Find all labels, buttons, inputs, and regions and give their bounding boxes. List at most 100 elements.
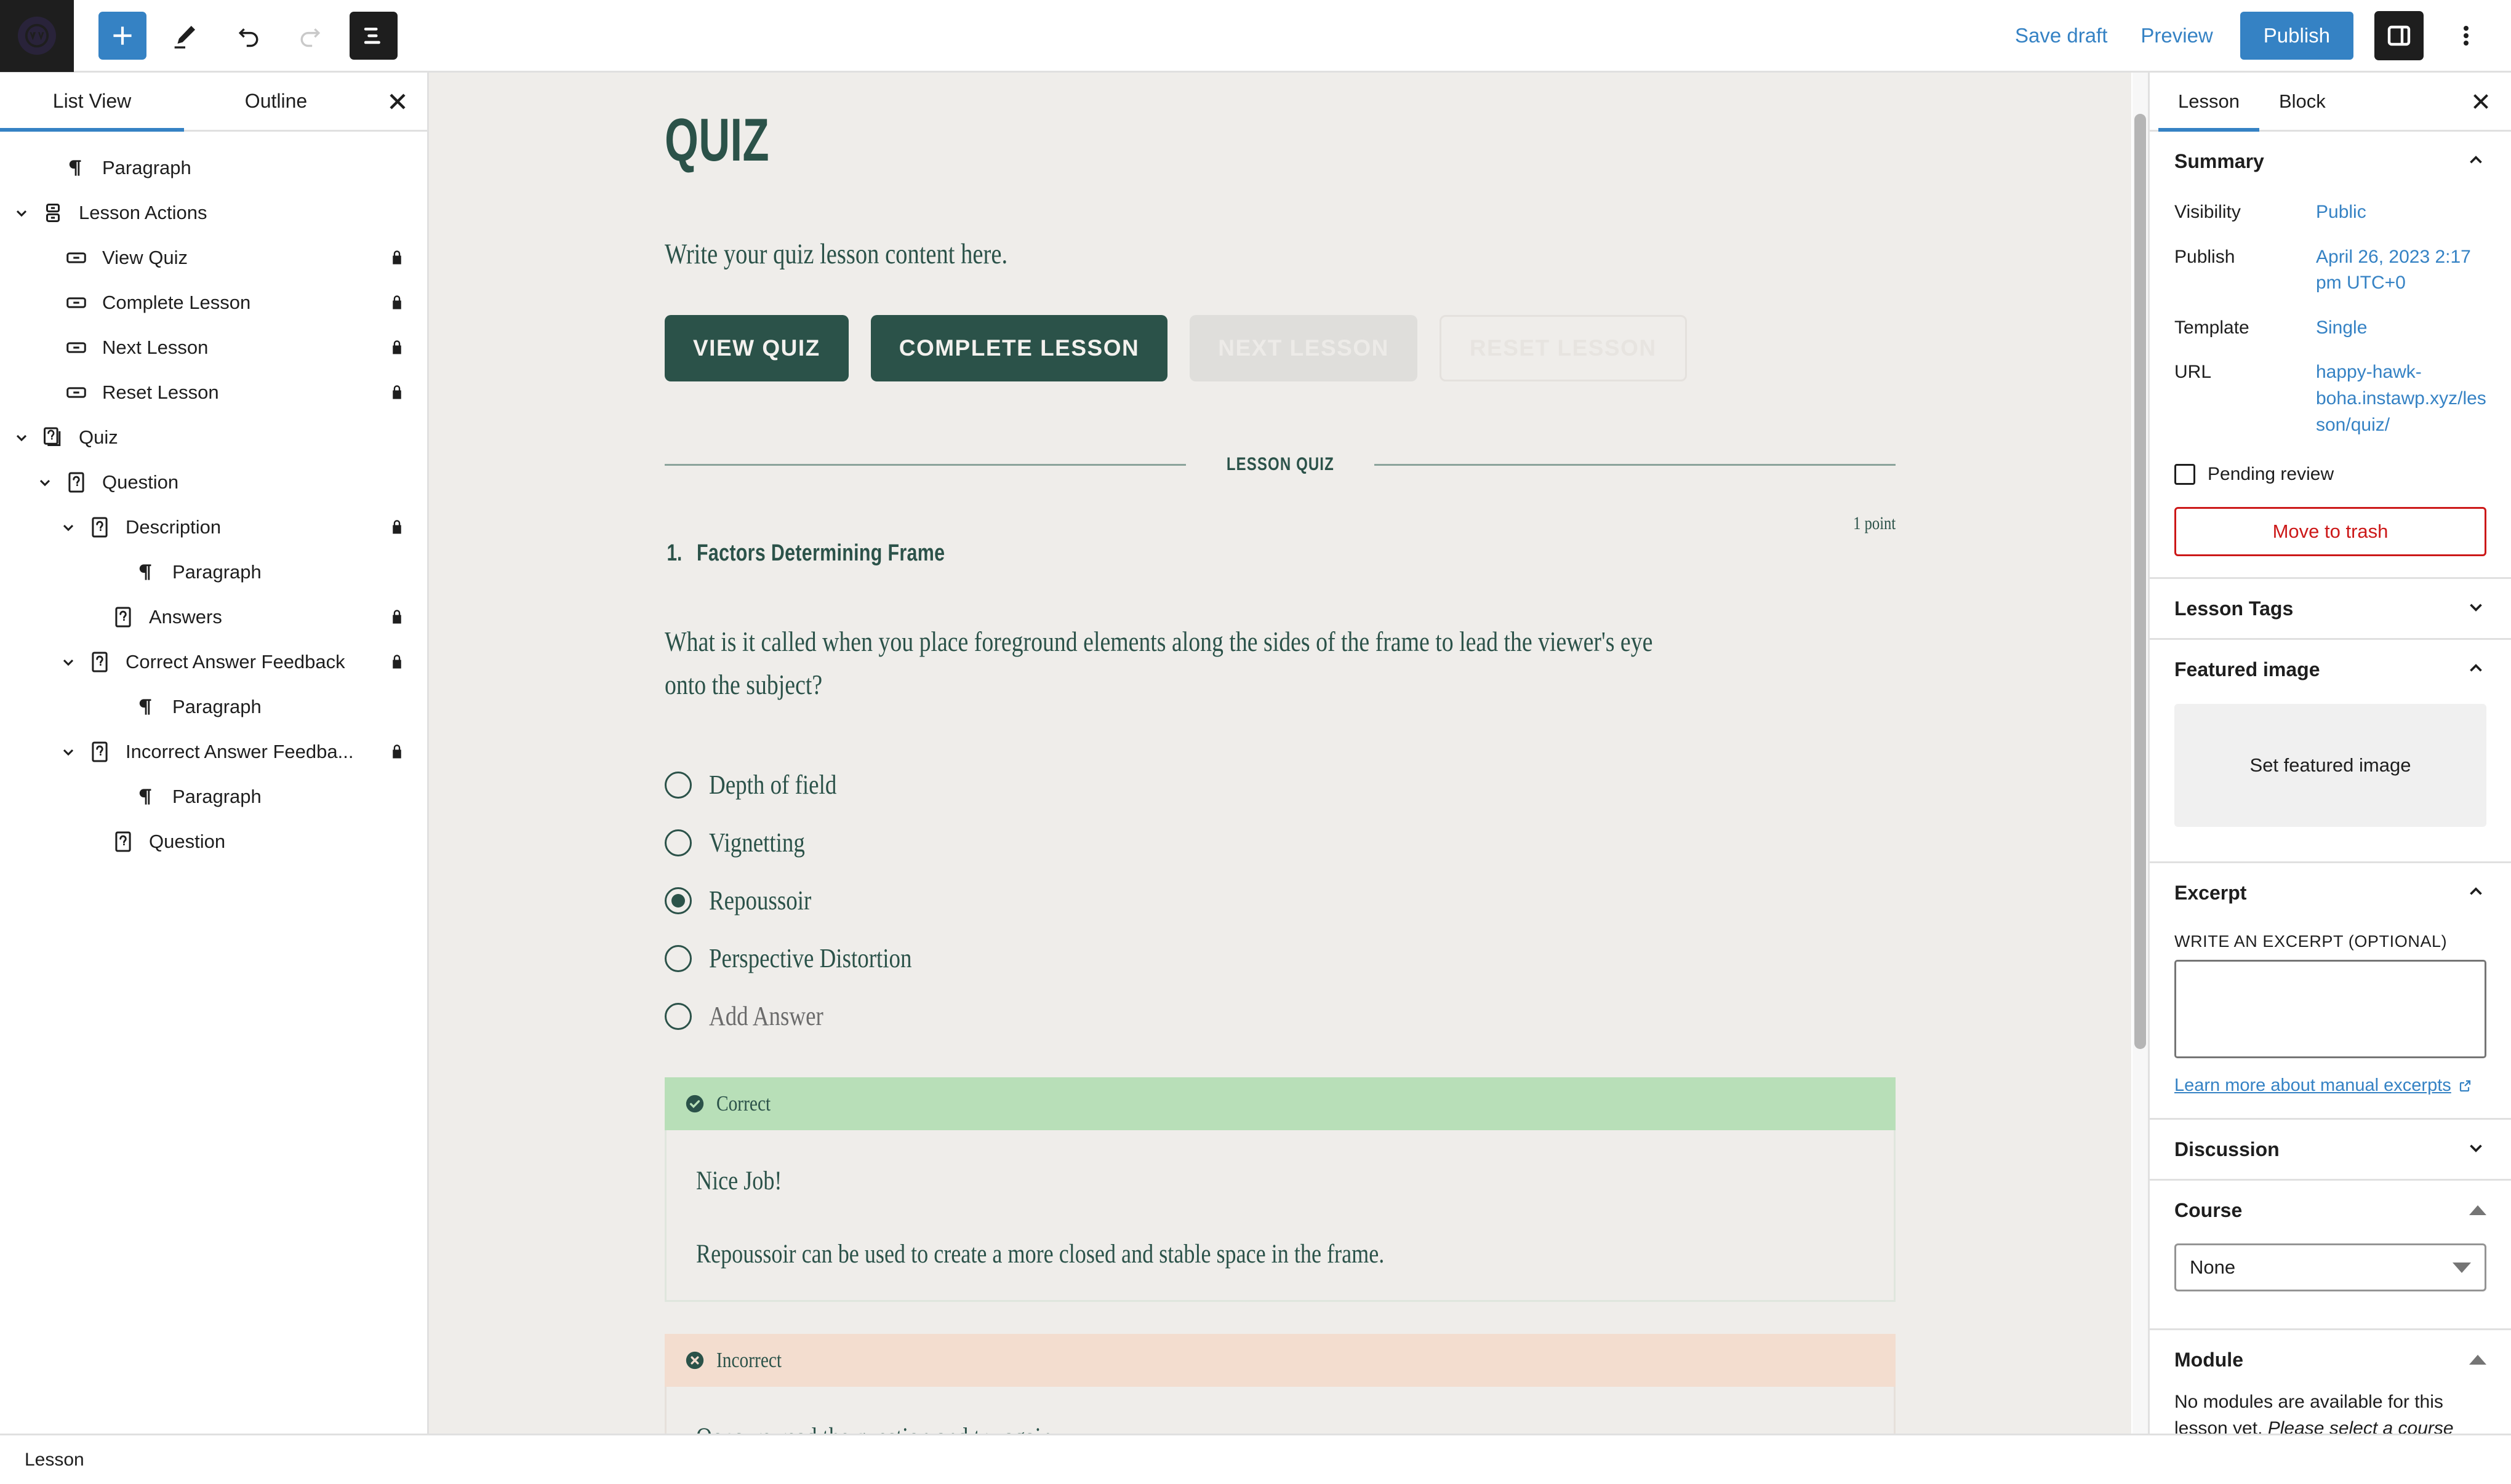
tab-outline[interactable]: Outline (184, 73, 368, 130)
wordpress-logo-button[interactable] (0, 0, 74, 72)
block-list-item[interactable]: Paragraph (0, 549, 427, 594)
close-list-view-icon[interactable] (368, 73, 427, 130)
button-icon (59, 246, 94, 269)
block-list-item-label: Answers (149, 605, 222, 628)
answer-option[interactable]: Repoussoir (665, 872, 1896, 930)
sidebar-scrollbar-thumb[interactable] (2134, 114, 2146, 1049)
block-list-item[interactable]: Quiz (0, 415, 427, 460)
radio-button-icon[interactable] (665, 771, 692, 799)
chevron-down-icon[interactable] (54, 513, 82, 541)
intro-paragraph[interactable]: Write your quiz lesson content here. (665, 237, 1674, 271)
answer-option[interactable]: Depth of field (665, 756, 1896, 814)
kebab-menu-icon[interactable] (2445, 11, 2488, 60)
visibility-field: Visibility Public (2174, 191, 2486, 236)
course-title: Course (2174, 1199, 2243, 1221)
featured-image-header[interactable]: Featured image (2174, 640, 2486, 699)
question-text[interactable]: What is it called when you place foregro… (665, 621, 1694, 707)
tab-block[interactable]: Block (2259, 73, 2345, 130)
move-to-trash-button[interactable]: Move to trash (2174, 507, 2486, 557)
block-list-item[interactable]: Question (0, 460, 427, 505)
block-list-item[interactable]: Answers (0, 594, 427, 639)
url-label: URL (2174, 362, 2212, 383)
block-list-item[interactable]: Correct Answer Feedback (0, 639, 427, 684)
save-draft-button[interactable]: Save draft (2009, 15, 2113, 56)
lesson-action-reset-lesson-button: RESET LESSON (1439, 315, 1687, 381)
chevron-down-icon[interactable] (7, 423, 36, 452)
pending-review-checkbox[interactable]: Pending review (2174, 464, 2486, 485)
add-block-button[interactable] (98, 11, 146, 60)
correct-feedback-body[interactable]: Nice Job! Repoussoir can be used to crea… (665, 1130, 1896, 1302)
lock-icon (388, 653, 406, 671)
close-sidebar-icon[interactable] (2468, 73, 2502, 130)
block-list-item[interactable]: Paragraph (0, 774, 427, 819)
add-answer-option[interactable]: Add Answer (665, 987, 1896, 1045)
triangle-up-icon (2469, 1205, 2486, 1216)
publish-value[interactable]: April 26, 2023 2:17 pm UTC+0 (2316, 244, 2486, 297)
block-list-item[interactable]: Paragraph (0, 145, 427, 190)
undo-icon[interactable] (224, 12, 272, 60)
lesson-action-view-quiz-button[interactable]: VIEW QUIZ (665, 315, 849, 381)
chevron-down-icon[interactable] (54, 738, 82, 766)
block-list-item[interactable]: Description (0, 505, 427, 549)
paragraph-icon (129, 560, 164, 584)
block-list-item[interactable]: Next Lesson (0, 325, 427, 370)
block-list-item[interactable]: Paragraph (0, 684, 427, 729)
excerpt-header[interactable]: Excerpt (2174, 863, 2486, 922)
lesson-action-complete-lesson-button[interactable]: COMPLETE LESSON (870, 315, 1168, 381)
chevron-down-icon[interactable] (31, 468, 59, 497)
tab-lesson[interactable]: Lesson (2158, 73, 2259, 132)
answer-option[interactable]: Perspective Distortion (665, 930, 1896, 987)
block-list-item[interactable]: Question (0, 819, 427, 864)
block-list-item[interactable]: Reset Lesson (0, 370, 427, 415)
learn-more-excerpts-link[interactable]: Learn more about manual excerpts (2174, 1075, 2472, 1096)
lesson-tags-header[interactable]: Lesson Tags (2174, 579, 2486, 638)
chevron-down-icon[interactable] (7, 199, 36, 227)
question-icon (106, 830, 140, 853)
redo-icon[interactable] (287, 12, 335, 60)
block-list-item[interactable]: Complete Lesson (0, 280, 427, 325)
block-list-item-label: View Quiz (102, 246, 188, 268)
visibility-value[interactable]: Public (2316, 199, 2486, 226)
list-view-panel: List View Outline Paragraph Lesson Action… (0, 73, 429, 1466)
divider-label: LESSON QUIZ (1226, 454, 1334, 474)
wordpress-logo-icon (18, 16, 56, 55)
answer-option[interactable]: Vignetting (665, 814, 1896, 872)
settings-sidebar-icon[interactable] (2374, 10, 2424, 60)
radio-button-icon[interactable] (665, 944, 692, 972)
list-view-icon[interactable] (350, 11, 398, 60)
answer-label: Vignetting (709, 828, 805, 858)
list-view-tabs: List View Outline (0, 73, 427, 132)
lesson-quiz-divider: LESSON QUIZ (665, 454, 1896, 475)
tab-list-view[interactable]: List View (0, 73, 184, 132)
preview-button[interactable]: Preview (2134, 15, 2219, 56)
course-select[interactable]: None (2174, 1243, 2486, 1292)
question-number: 1. (667, 540, 683, 566)
excerpt-textarea[interactable] (2174, 960, 2486, 1059)
question-title[interactable]: Factors Determining Frame (697, 540, 945, 567)
block-list-item[interactable]: View Quiz (0, 235, 427, 280)
publish-button[interactable]: Publish (2240, 11, 2353, 60)
set-featured-image-button[interactable]: Set featured image (2174, 704, 2486, 828)
block-list-item[interactable]: Lesson Actions (0, 190, 427, 235)
radio-button-icon[interactable] (665, 887, 692, 914)
chevron-down-icon[interactable] (54, 648, 82, 676)
radio-button-icon[interactable] (665, 829, 692, 856)
template-value[interactable]: Single (2316, 315, 2486, 341)
discussion-header[interactable]: Discussion (2174, 1120, 2486, 1179)
correct-feedback-block: Correct Nice Job! Repoussoir can be used… (665, 1077, 1896, 1302)
visibility-label: Visibility (2174, 202, 2241, 222)
url-value[interactable]: happy-hawk-boha.instawp.xyz/lesson/quiz/ (2316, 359, 2486, 438)
x-circle-icon (684, 1350, 705, 1371)
editor-canvas: QUIZ Write your quiz lesson content here… (429, 73, 2131, 1466)
template-label: Template (2174, 317, 2249, 338)
summary-section-header[interactable]: Summary (2174, 132, 2486, 191)
block-list-item[interactable]: Incorrect Answer Feedba... (0, 729, 427, 774)
radio-button-icon[interactable] (665, 1002, 692, 1030)
tools-pencil-icon[interactable] (161, 12, 209, 60)
button-icon (59, 291, 94, 314)
course-header[interactable]: Course (2174, 1181, 2486, 1240)
module-header[interactable]: Module (2174, 1330, 2486, 1389)
